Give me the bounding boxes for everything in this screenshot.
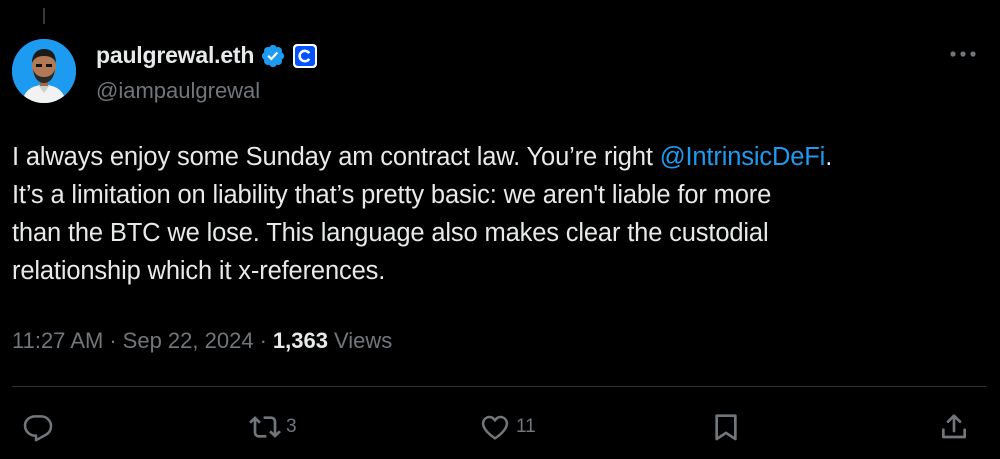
author-name-row: paulgrewal.eth — [96, 42, 318, 69]
share-icon — [942, 414, 966, 439]
bookmark-icon — [715, 414, 737, 441]
avatar[interactable] — [12, 39, 76, 103]
share-button[interactable] — [938, 405, 970, 449]
heart-icon — [481, 415, 509, 440]
more-horizontal-icon — [950, 51, 976, 57]
tweet-line-2: It’s a limitation on liability that’s pr… — [12, 181, 772, 209]
divider — [12, 386, 986, 387]
verified-badge-icon[interactable] — [260, 43, 286, 69]
mention-link[interactable]: @IntrinsicDeFi — [660, 143, 826, 171]
author-handle[interactable]: @iampaulgrewal — [96, 78, 260, 104]
like-count: 11 — [516, 416, 536, 437]
retweet-icon — [249, 416, 281, 438]
thread-connector-line — [43, 8, 45, 24]
reply-button[interactable] — [22, 405, 54, 449]
tweet-time[interactable]: 11:27 AM — [12, 328, 103, 354]
retweet-button[interactable]: 3 — [248, 405, 297, 449]
tweet-metadata: 11:27 AM · Sep 22, 2024 · 1,363 Views — [12, 328, 392, 354]
tweet-header: paulgrewal.eth @iampaulgrewal — [12, 36, 988, 110]
tweet-text-segment: . — [825, 143, 833, 171]
meta-separator: · — [259, 328, 267, 353]
more-options-button[interactable] — [946, 40, 980, 68]
tweet-text-segment: I always enjoy some Sunday am contract l… — [12, 143, 660, 171]
action-bar: 3 11 — [0, 405, 1000, 449]
meta-separator: · — [109, 328, 117, 353]
views-label: Views — [333, 328, 393, 353]
reply-icon — [23, 415, 53, 442]
retweet-count: 3 — [286, 416, 297, 437]
views-count[interactable]: 1,363 — [273, 328, 328, 354]
coinbase-affiliate-icon[interactable] — [292, 43, 318, 69]
tweet-line-1: I always enjoy some Sunday am contract l… — [12, 138, 982, 176]
tweet-text: I always enjoy some Sunday am contract l… — [12, 138, 982, 290]
tweet-date[interactable]: Sep 22, 2024 — [123, 328, 254, 354]
avatar-image — [12, 39, 76, 103]
like-button[interactable]: 11 — [478, 405, 536, 449]
tweet-line-3: than the BTC we lose. This language also… — [12, 219, 769, 247]
tweet-line-4: relationship which it x-references. — [12, 257, 386, 285]
author-display-name[interactable]: paulgrewal.eth — [96, 42, 254, 69]
bookmark-button[interactable] — [710, 405, 742, 449]
